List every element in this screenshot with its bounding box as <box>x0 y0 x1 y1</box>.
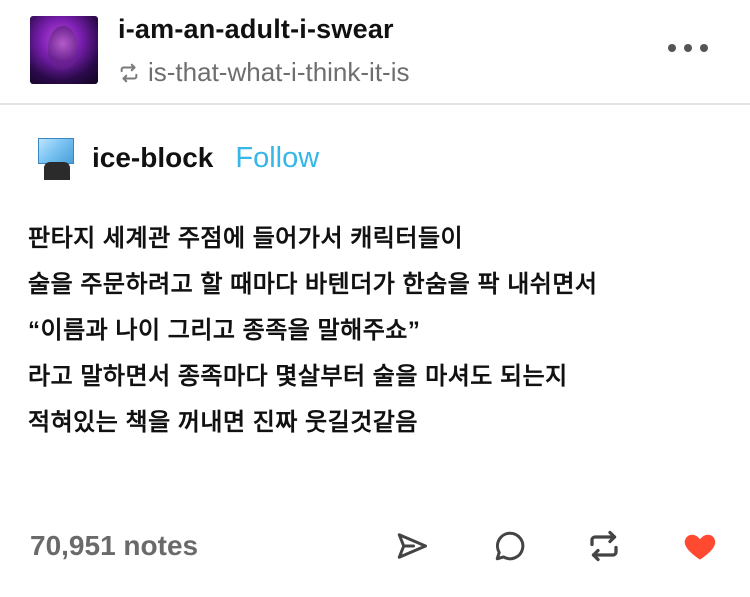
op-name[interactable]: ice-block <box>92 142 213 174</box>
menu-dot <box>668 44 676 52</box>
reblogged-from-name: is-that-what-i-think-it-is <box>148 57 410 87</box>
share-button[interactable] <box>392 526 432 566</box>
original-poster: ice-block Follow <box>34 136 319 180</box>
blog-name[interactable]: i-am-an-adult-i-swear <box>118 14 394 45</box>
post-line: 라고 말하면서 종족마다 몇살부터 술을 마셔도 되는지 <box>28 363 568 390</box>
menu-dot <box>684 44 692 52</box>
op-avatar[interactable] <box>34 136 78 180</box>
reblog-source[interactable]: is-that-what-i-think-it-is <box>118 57 410 88</box>
post-line: 술을 주문하려고 할 때마다 바텐더가 한숨을 팍 내쉬면서 <box>28 271 598 298</box>
like-button[interactable] <box>680 526 720 566</box>
reply-icon <box>495 531 525 561</box>
reblog-icon <box>590 530 618 562</box>
heart-icon <box>684 534 716 560</box>
post-header: i-am-an-adult-i-swear is-that-what-i-thi… <box>0 0 750 104</box>
post-line: “이름과 나이 그리고 종족을 말해주쇼” <box>28 317 421 344</box>
notes-count[interactable]: 70,951 notes <box>30 530 198 562</box>
reblog-button[interactable] <box>584 526 624 566</box>
menu-dot <box>700 44 708 52</box>
post-footer: 70,951 notes <box>0 520 750 576</box>
avatar-body <box>44 162 70 180</box>
more-options-icon[interactable] <box>668 38 708 58</box>
follow-button[interactable]: Follow <box>235 142 319 175</box>
ice-cube-head <box>38 138 74 164</box>
avatar-face <box>48 26 78 70</box>
reblog-icon <box>120 63 138 82</box>
share-icon <box>397 533 427 559</box>
blog-avatar[interactable] <box>30 16 98 84</box>
post-line: 적혀있는 책을 꺼내면 진짜 웃길것같음 <box>28 409 418 436</box>
reply-button[interactable] <box>490 526 530 566</box>
header-divider <box>0 103 750 105</box>
post-line: 판타지 세계관 주점에 들어가서 캐릭터들이 <box>28 225 464 252</box>
post-text: 판타지 세계관 주점에 들어가서 캐릭터들이 술을 주문하려고 할 때마다 바텐… <box>28 216 728 446</box>
